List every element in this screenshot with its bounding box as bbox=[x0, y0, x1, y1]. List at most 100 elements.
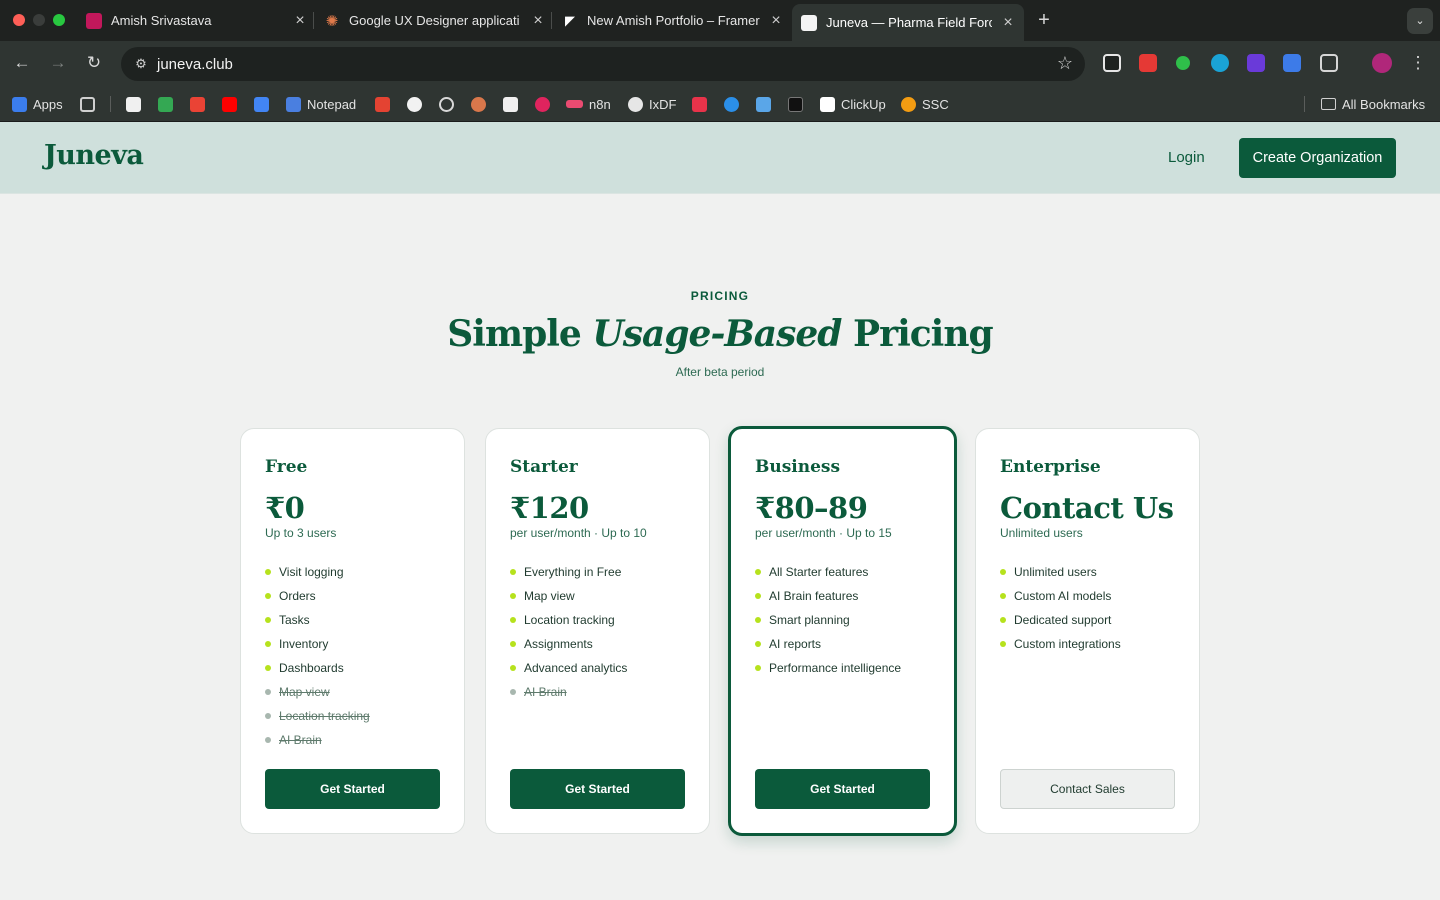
bookmark-r[interactable] bbox=[788, 95, 809, 113]
feature-list: All Starter features AI Brain features S… bbox=[755, 560, 901, 680]
maximize-window-button[interactable] bbox=[53, 14, 65, 26]
bookmark-hex[interactable] bbox=[692, 95, 713, 113]
plan-name: Enterprise bbox=[1000, 457, 1101, 477]
bookmark-calendar[interactable] bbox=[254, 95, 275, 113]
openai-icon bbox=[439, 96, 454, 112]
bookmark-ixdf[interactable]: IxDF bbox=[628, 95, 676, 113]
feature-label: Visit logging bbox=[279, 565, 344, 579]
check-dot-icon bbox=[265, 617, 271, 623]
feature-item: Custom AI models bbox=[1000, 584, 1121, 608]
bookmark-n8n[interactable]: n8n bbox=[566, 95, 611, 113]
tab-framer[interactable]: ◤ New Amish Portfolio – Framer × bbox=[562, 0, 784, 41]
plan-name: Business bbox=[755, 457, 841, 477]
bookmark-grid[interactable] bbox=[80, 95, 101, 113]
plan-name: Starter bbox=[510, 457, 578, 477]
close-tab-icon[interactable]: × bbox=[530, 12, 546, 30]
bookmark-app[interactable] bbox=[503, 95, 524, 113]
bookmark-home[interactable] bbox=[756, 95, 777, 113]
r-app-icon bbox=[788, 96, 803, 112]
section-eyebrow: PRICING bbox=[690, 289, 750, 303]
get-started-button[interactable]: Get Started bbox=[510, 769, 685, 809]
plan-note: per user/month · Up to 10 bbox=[510, 526, 647, 540]
bookmark-youtube[interactable] bbox=[222, 95, 243, 113]
plan-note: Unlimited users bbox=[1000, 526, 1083, 540]
new-tab-button[interactable]: + bbox=[1034, 8, 1054, 32]
feature-item: Map view bbox=[510, 584, 627, 608]
login-link[interactable]: Login bbox=[1168, 149, 1205, 166]
check-dot-icon bbox=[1000, 641, 1006, 647]
feature-item-excluded: Location tracking bbox=[265, 704, 370, 728]
url-text[interactable]: juneva.club bbox=[157, 56, 233, 73]
translate-extension-icon[interactable] bbox=[1139, 54, 1157, 72]
plan-card-business: Business ₹80–89 per user/month · Up to 1… bbox=[728, 426, 957, 836]
notion-extension-icon[interactable] bbox=[1103, 54, 1121, 72]
contact-sales-button[interactable]: Contact Sales bbox=[1000, 769, 1175, 809]
all-bookmarks[interactable]: All Bookmarks bbox=[1321, 95, 1425, 113]
feature-item: Assignments bbox=[510, 632, 627, 656]
apps-grid-icon bbox=[12, 96, 27, 112]
tab-title: Amish Srivastava bbox=[111, 13, 212, 28]
tab-juneva[interactable]: Juneva — Pharma Field Force × bbox=[792, 4, 1024, 41]
ssc-icon bbox=[901, 96, 916, 112]
n8n-icon bbox=[566, 100, 583, 108]
status-extension-icon[interactable] bbox=[1176, 56, 1190, 70]
get-started-button[interactable]: Get Started bbox=[755, 769, 930, 809]
feature-item-excluded: AI Brain bbox=[510, 680, 627, 704]
bookmark-openai[interactable] bbox=[439, 95, 460, 113]
bookmark-blue[interactable] bbox=[724, 95, 745, 113]
feature-item: AI Brain features bbox=[755, 584, 901, 608]
close-window-button[interactable] bbox=[13, 14, 25, 26]
bookmark-gmail[interactable] bbox=[190, 95, 211, 113]
close-tab-icon[interactable]: × bbox=[1000, 14, 1016, 32]
browser-menu-icon[interactable]: ⋮ bbox=[1406, 51, 1430, 75]
bookmark-star-icon[interactable]: ☆ bbox=[1057, 53, 1073, 74]
forward-button[interactable]: → bbox=[46, 51, 70, 75]
tab-google-ux[interactable]: ✺ Google UX Designer applicati × bbox=[324, 0, 546, 41]
bookmark-apps[interactable]: Apps bbox=[12, 95, 63, 113]
home-app-icon bbox=[756, 96, 771, 112]
bookmark-ssc[interactable]: SSC bbox=[901, 95, 949, 113]
feature-label: Map view bbox=[279, 685, 330, 699]
circle-app-icon bbox=[407, 96, 422, 112]
bookmark-drive[interactable] bbox=[158, 95, 179, 113]
extensions-puzzle-icon[interactable] bbox=[1320, 54, 1338, 72]
bookmark-clickup[interactable]: ClickUp bbox=[820, 95, 886, 113]
title-emphasis: Usage-Based bbox=[592, 313, 842, 355]
bookmark-notion[interactable] bbox=[126, 95, 147, 113]
feature-item: Location tracking bbox=[510, 608, 627, 632]
bookmark-claude[interactable] bbox=[471, 95, 492, 113]
feature-item: Everything in Free bbox=[510, 560, 627, 584]
layers-extension-icon[interactable] bbox=[1247, 54, 1265, 72]
feature-item: Visit logging bbox=[265, 560, 370, 584]
feature-label: Orders bbox=[279, 589, 316, 603]
feature-label: Assignments bbox=[524, 637, 593, 651]
globe-extension-icon[interactable] bbox=[1211, 54, 1229, 72]
feature-list: Visit logging Orders Tasks Inventory Das… bbox=[265, 560, 370, 752]
close-tab-icon[interactable]: × bbox=[768, 12, 784, 30]
gmail-icon bbox=[190, 96, 205, 112]
bookmark-circle[interactable] bbox=[407, 95, 428, 113]
minimize-window-button[interactable] bbox=[33, 14, 45, 26]
bookmark-todoist[interactable] bbox=[375, 95, 396, 113]
bookmark-red-app[interactable] bbox=[535, 95, 556, 113]
tab-amish-srivastava[interactable]: Amish Srivastava × bbox=[86, 0, 308, 41]
reload-button[interactable]: ↻ bbox=[82, 51, 106, 75]
check-dot-icon bbox=[1000, 569, 1006, 575]
tab-strip: Amish Srivastava × ✺ Google UX Designer … bbox=[0, 0, 1440, 41]
framer-icon: ◤ bbox=[565, 12, 575, 28]
address-bar[interactable]: ⚙ juneva.club ☆ bbox=[121, 47, 1085, 81]
feature-list: Everything in Free Map view Location tra… bbox=[510, 560, 627, 704]
create-organization-button[interactable]: Create Organization bbox=[1239, 138, 1396, 178]
font-extension-icon[interactable] bbox=[1283, 54, 1301, 72]
site-info-icon[interactable]: ⚙ bbox=[129, 52, 153, 76]
get-started-button[interactable]: Get Started bbox=[265, 769, 440, 809]
bookmark-notepad[interactable]: Notepad bbox=[286, 95, 356, 113]
close-tab-icon[interactable]: × bbox=[292, 12, 308, 30]
excluded-dot-icon bbox=[265, 713, 271, 719]
back-button[interactable]: ← bbox=[10, 51, 34, 75]
feature-item: Inventory bbox=[265, 632, 370, 656]
plan-note: Up to 3 users bbox=[265, 526, 337, 540]
tab-search-button[interactable]: ⌄ bbox=[1407, 8, 1433, 34]
profile-avatar[interactable] bbox=[1372, 53, 1392, 73]
juneva-logo[interactable]: Juneva bbox=[44, 140, 144, 171]
